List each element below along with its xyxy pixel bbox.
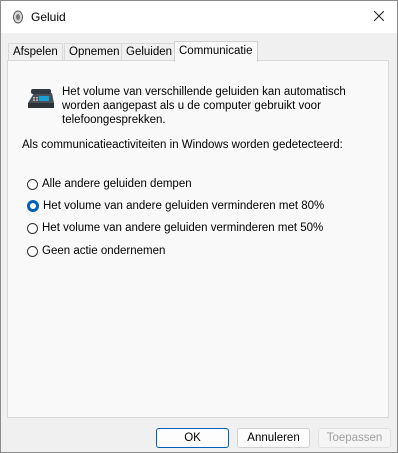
cancel-button[interactable]: Annuleren xyxy=(237,428,310,448)
window-title: Geluid xyxy=(31,10,66,24)
option-reduce-50[interactable]: Het volume van andere geluiden verminder… xyxy=(27,220,323,236)
speaker-icon xyxy=(11,10,25,24)
radio-button[interactable] xyxy=(27,178,38,190)
option-mute-all[interactable]: Alle andere geluiden dempen xyxy=(27,176,192,192)
tab-communicatie[interactable]: Communicatie xyxy=(174,41,258,62)
option-reduce-80[interactable]: Het volume van andere geluiden verminder… xyxy=(27,198,324,214)
ok-button[interactable]: OK xyxy=(156,428,229,448)
apply-button[interactable]: Toepassen xyxy=(318,428,391,448)
description-text: Het volume van verschillende geluiden ka… xyxy=(62,86,346,126)
option-no-action[interactable]: Geen actie ondernemen xyxy=(27,243,165,259)
title-bar: Geluid xyxy=(1,1,397,33)
close-button[interactable] xyxy=(361,1,397,33)
option-label: Geen actie ondernemen xyxy=(42,245,166,257)
radio-button[interactable] xyxy=(27,222,38,234)
communication-panel: Het volume van verschillende geluiden ka… xyxy=(7,60,389,418)
telephone-icon xyxy=(26,87,56,114)
tab-opnemen[interactable]: Opnemen xyxy=(64,43,125,61)
detection-question: Als communicatieactiviteiten in Windows … xyxy=(22,139,343,151)
radio-button-selected[interactable] xyxy=(27,200,39,212)
close-icon xyxy=(373,10,385,24)
tab-geluiden[interactable]: Geluiden xyxy=(121,43,178,61)
radio-button[interactable] xyxy=(27,245,38,257)
option-label: Alle andere geluiden dempen xyxy=(42,178,192,190)
option-label: Het volume van andere geluiden verminder… xyxy=(43,200,325,212)
sound-dialog: Geluid Afspelen Opnemen Geluiden Communi… xyxy=(0,0,398,453)
tab-afspelen[interactable]: Afspelen xyxy=(8,43,63,61)
option-label: Het volume van andere geluiden verminder… xyxy=(42,222,324,234)
